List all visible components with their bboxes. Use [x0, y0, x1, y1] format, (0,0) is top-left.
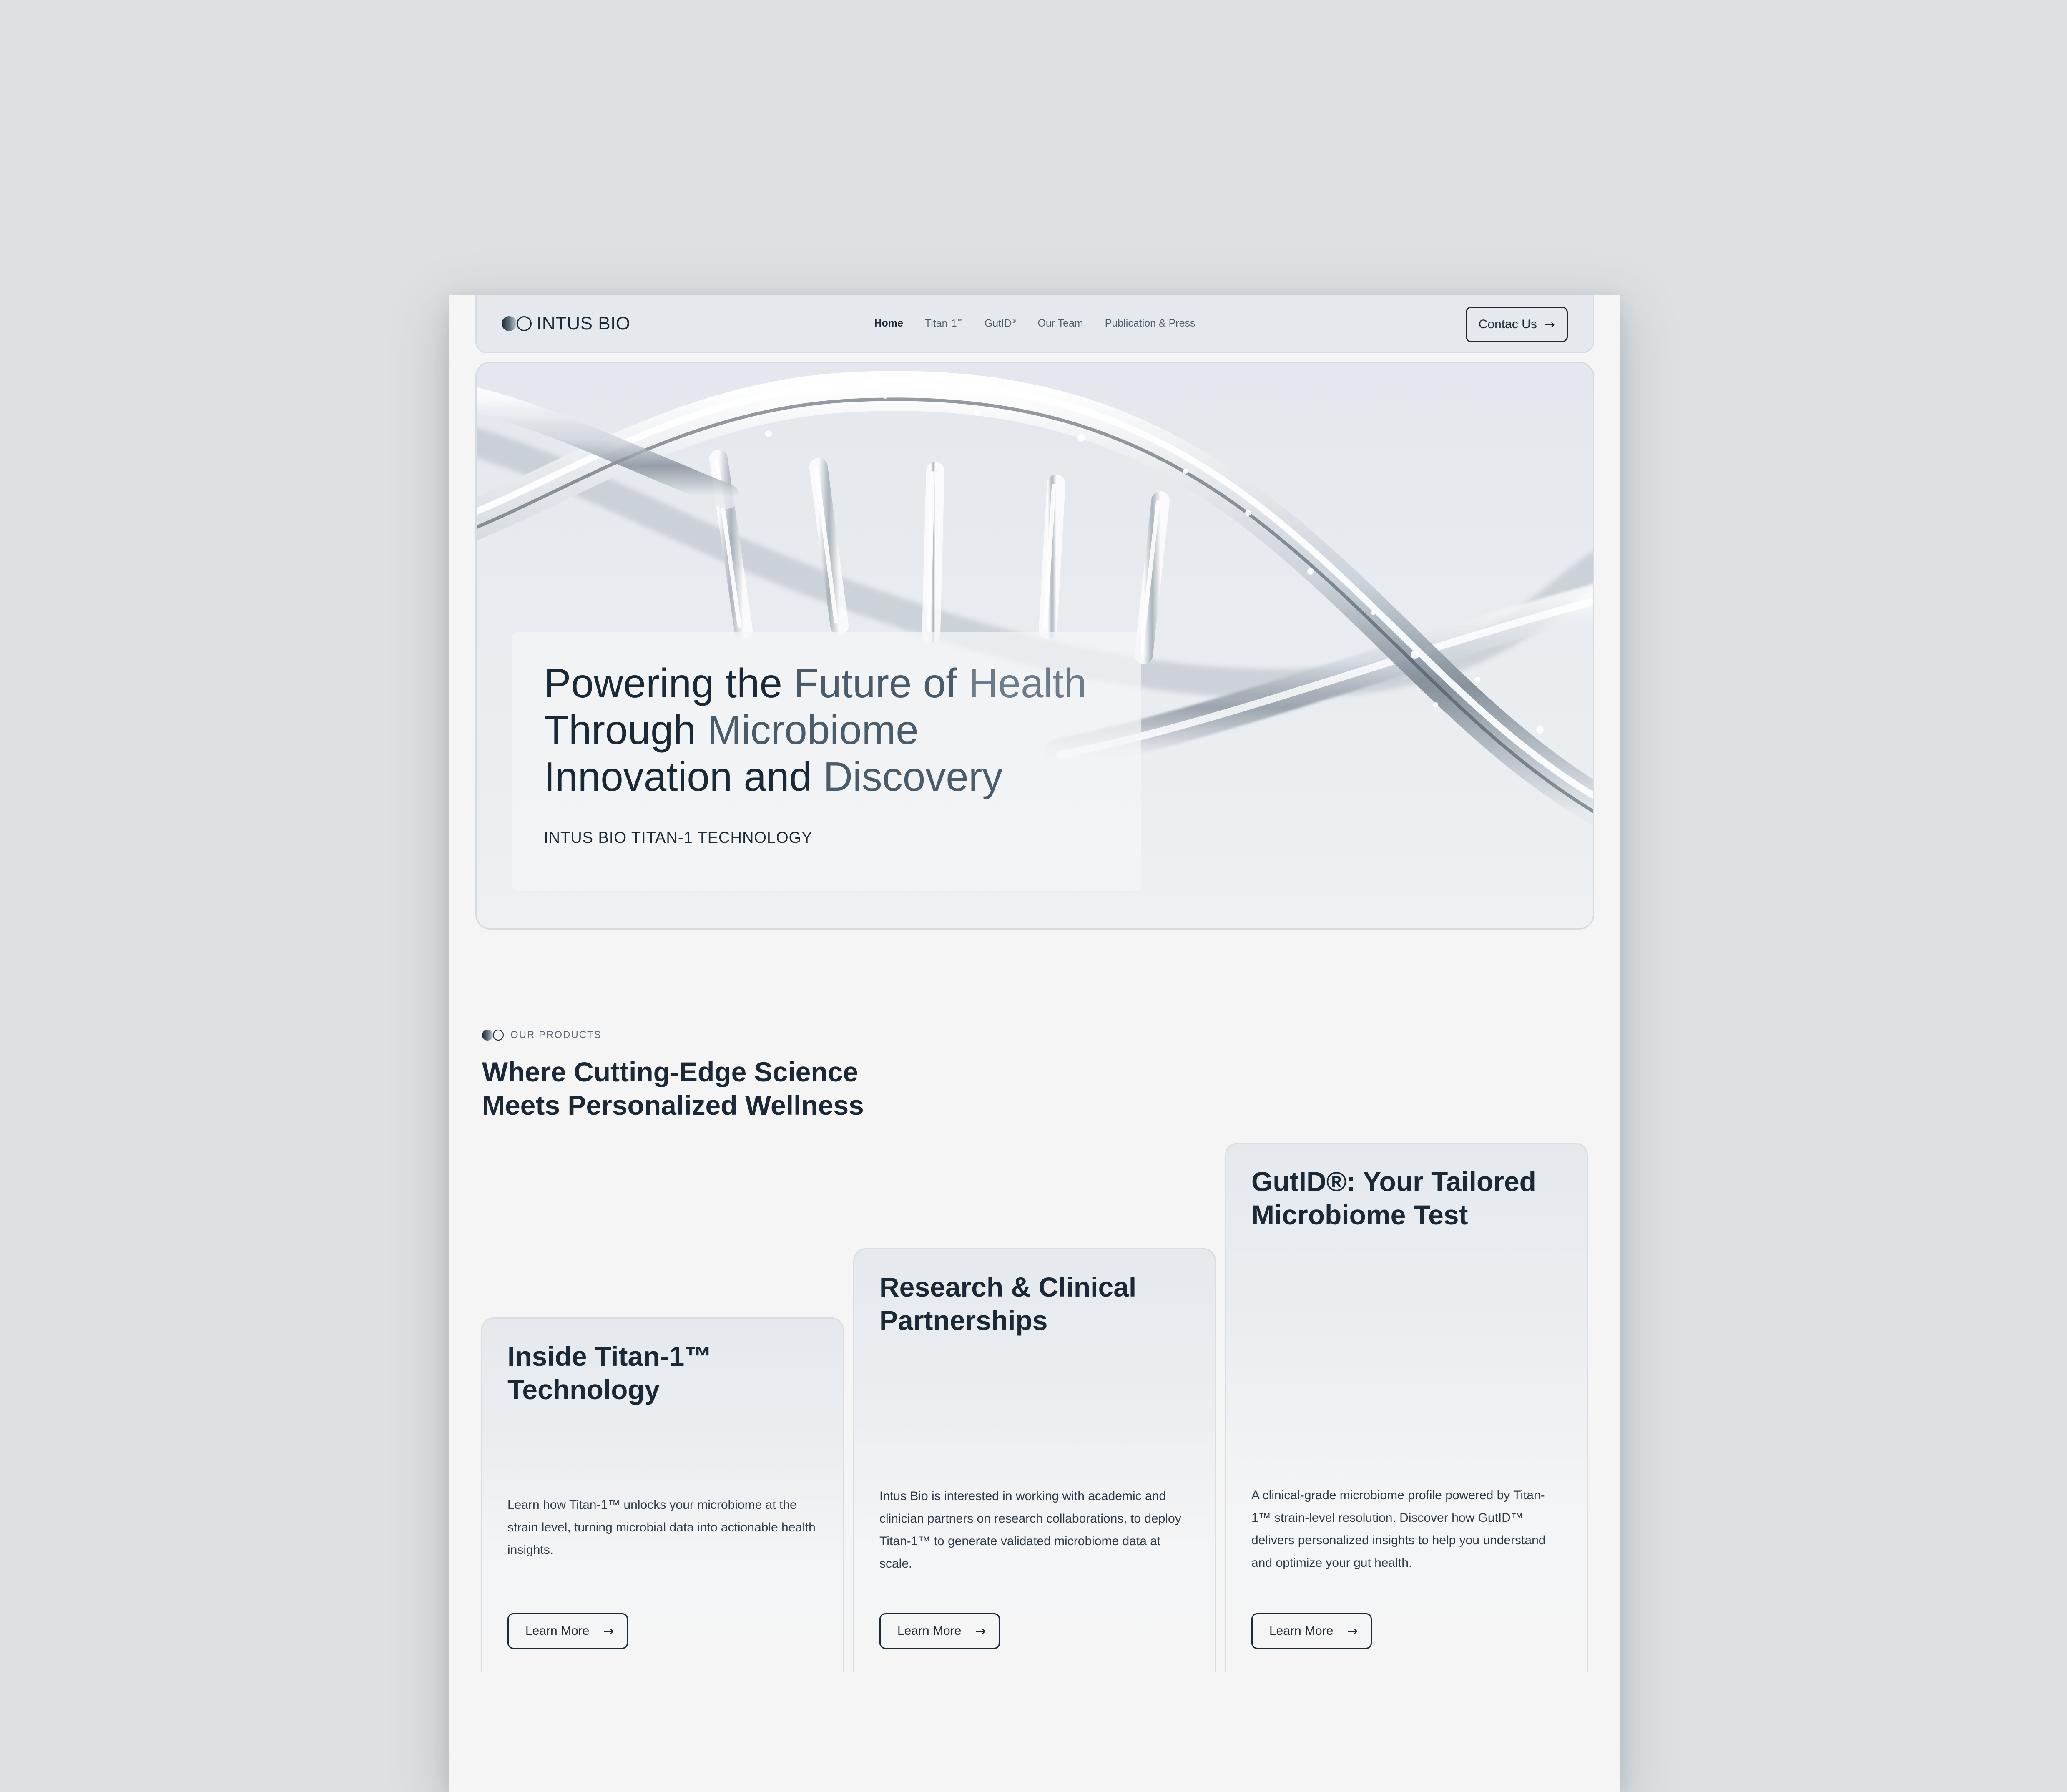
card-title-line: Microbiome Test [1251, 1199, 1468, 1230]
nav-item-our-team[interactable]: Our Team [1037, 317, 1083, 329]
arrow-right-icon: → [603, 1624, 614, 1639]
hero-title-part: Innovation and [544, 754, 824, 799]
card-title-line: Inside Titan-1™ [507, 1341, 712, 1372]
card-description: Intus Bio is interested in working with … [879, 1489, 1181, 1571]
nav-item-publication-press[interactable]: Publication & Press [1105, 317, 1195, 329]
section-title-line: Meets Personalized Wellness [482, 1090, 864, 1121]
hero-title-part: Microbiome [707, 707, 919, 753]
nav-item-label: Titan-1 [924, 317, 957, 329]
section-title-line: Where Cutting-Edge Science [482, 1056, 859, 1087]
learn-more-button[interactable]: Learn More → [1251, 1613, 1372, 1649]
brand-name: INTUS BIO [537, 313, 630, 334]
section-tag-label: OUR PRODUCTS [510, 1029, 602, 1041]
product-card-gutid: GutID®: Your Tailored Microbiome Test A … [1225, 1143, 1588, 1672]
hero-subtitle: INTUS BIO TITAN-1 TECHNOLOGY [544, 829, 813, 847]
hero-title-part: Through [544, 707, 708, 753]
learn-more-button[interactable]: Learn More → [879, 1613, 1000, 1649]
learn-more-button[interactable]: Learn More → [507, 1613, 628, 1649]
trademark-mark: ™ [957, 317, 963, 324]
arrow-right-icon: → [975, 1624, 986, 1639]
contact-us-button[interactable]: Contac Us → [1465, 307, 1568, 342]
logo-mark-icon [502, 315, 534, 332]
card-title-line: Research & Clinical [879, 1272, 1137, 1302]
product-card-titan: Inside Titan-1™ Technology Learn how Tit… [481, 1317, 844, 1672]
registered-mark: ® [1012, 317, 1016, 324]
arrow-right-icon: → [1347, 1624, 1358, 1639]
nav-links: Home Titan-1™ GutID® Our Team Publicatio… [874, 317, 1195, 329]
nav-item-titan-1[interactable]: Titan-1™ [925, 317, 963, 329]
card-description: A clinical-grade microbiome profile powe… [1251, 1488, 1546, 1570]
nav-item-gutid[interactable]: GutID® [985, 317, 1016, 329]
website-page: INTUS BIO Home Titan-1™ GutID® Our Team … [449, 295, 1620, 1792]
card-title-line: Partnerships [879, 1305, 1048, 1336]
hero-title-part: Future of [794, 660, 969, 706]
hero-title-part: Powering the [544, 660, 794, 706]
brand-name-light: BIO [598, 313, 630, 334]
hero-title: Powering the Future of Health Through Mi… [544, 660, 1136, 800]
top-navigation: INTUS BIO Home Titan-1™ GutID® Our Team … [475, 295, 1594, 353]
section-tag: OUR PRODUCTS [482, 1029, 602, 1041]
card-description: Learn how Titan-1™ unlocks your microbio… [507, 1498, 816, 1557]
nav-item-home[interactable]: Home [874, 317, 903, 329]
hero-text-card: Powering the Future of Health Through Mi… [512, 632, 1141, 891]
hero-title-part: Health [968, 660, 1087, 706]
contact-us-label: Contac Us [1478, 317, 1537, 331]
brand-name-bold: INTUS [537, 313, 593, 334]
card-title-line: Technology [507, 1374, 660, 1405]
card-title: Research & Clinical Partnerships [879, 1270, 1196, 1337]
product-card-research: Research & Clinical Partnerships Intus B… [853, 1248, 1216, 1672]
nav-item-label: GutID [984, 317, 1012, 329]
card-title-line: GutID®: Your Tailored [1251, 1166, 1536, 1197]
card-title: GutID®: Your Tailored Microbiome Test [1251, 1165, 1568, 1232]
card-title: Inside Titan-1™ Technology [507, 1340, 824, 1406]
learn-more-label: Learn More [1269, 1624, 1334, 1638]
learn-more-label: Learn More [525, 1624, 590, 1638]
hero-banner: Powering the Future of Health Through Mi… [475, 362, 1594, 930]
arrow-right-icon: → [1544, 317, 1555, 332]
learn-more-label: Learn More [897, 1624, 962, 1638]
section-title: Where Cutting-Edge Science Meets Persona… [482, 1055, 899, 1122]
logo-mark-icon [482, 1030, 505, 1041]
hero-title-part: Discovery [823, 754, 1003, 799]
brand-logo[interactable]: INTUS BIO [502, 313, 630, 334]
